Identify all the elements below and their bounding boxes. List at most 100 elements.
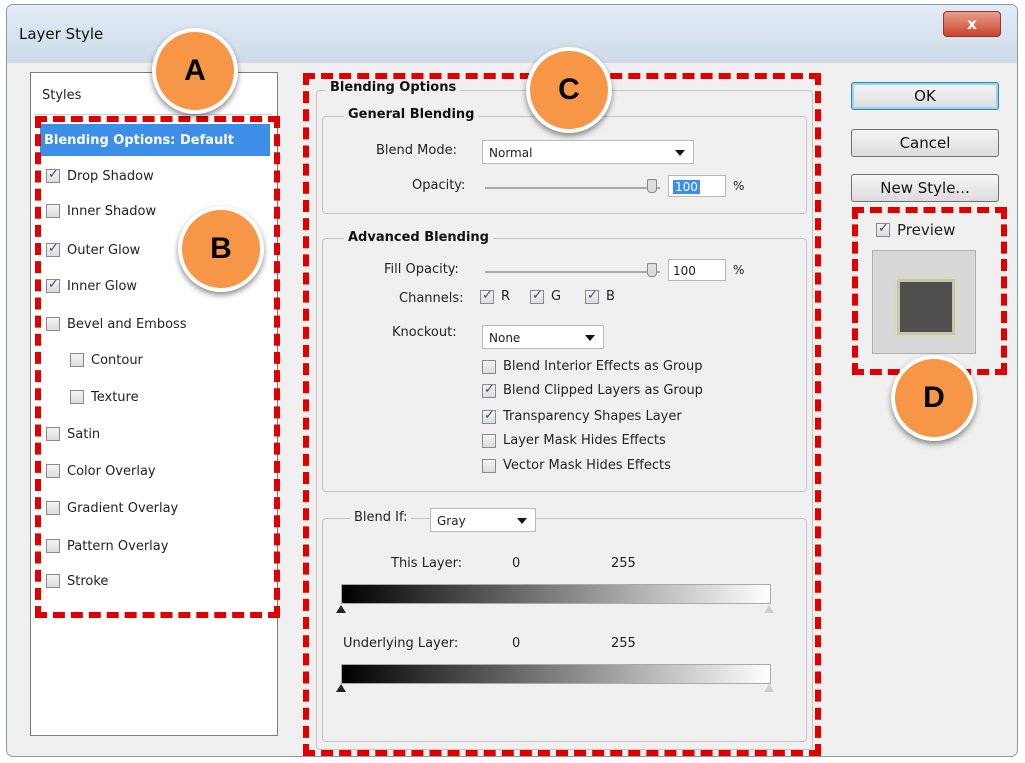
drop-shadow-checkbox[interactable] xyxy=(46,167,60,183)
advanced-blending-title: Advanced Blending xyxy=(344,230,493,245)
ok-button[interactable]: OK xyxy=(851,82,999,110)
channels-label: Channels: xyxy=(399,291,464,306)
this-layer-gradient xyxy=(341,584,771,604)
fill-opacity-unit: % xyxy=(733,263,745,277)
style-item-label: Inner Glow xyxy=(67,278,138,294)
channel-r-checkbox[interactable] xyxy=(480,288,494,304)
preview-checkbox[interactable] xyxy=(876,221,890,237)
opacity-unit: % xyxy=(733,179,745,193)
fill-opacity-input[interactable]: 100 xyxy=(668,259,726,281)
channel-g-checkbox[interactable] xyxy=(530,288,544,304)
style-item-gradient-overlay[interactable]: Gradient Overlay xyxy=(46,492,270,524)
annotation-marker-a: A xyxy=(152,28,238,114)
channel-b[interactable]: B xyxy=(585,288,615,304)
new-style-button[interactable]: New Style... xyxy=(851,174,999,202)
underlying-layer-black-handle[interactable] xyxy=(336,684,346,692)
close-button[interactable]: x xyxy=(943,11,1001,37)
annotation-marker-c: C xyxy=(526,47,612,133)
underlying-layer-label: Underlying Layer: xyxy=(343,636,459,651)
annotation-marker-b: B xyxy=(178,206,264,292)
window-title: Layer Style xyxy=(19,25,104,43)
style-item-blending-options[interactable]: Blending Options: Default xyxy=(40,124,270,156)
bevel-emboss-checkbox[interactable] xyxy=(46,317,60,331)
fill-opacity-slider-thumb[interactable] xyxy=(647,263,657,277)
blend-if-label: Blend If: xyxy=(350,510,412,525)
blend-mode-label: Blend Mode: xyxy=(376,143,457,158)
knockout-select[interactable]: None xyxy=(482,325,604,349)
style-item-label: Pattern Overlay xyxy=(67,538,169,554)
knockout-label: Knockout: xyxy=(392,325,457,340)
texture-checkbox[interactable] xyxy=(70,390,84,404)
style-item-drop-shadow[interactable]: Drop Shadow xyxy=(46,160,270,192)
underlying-layer-gradient xyxy=(341,664,771,684)
inner-glow-checkbox[interactable] xyxy=(46,277,60,293)
underlying-layer-white-handle[interactable] xyxy=(764,684,774,692)
style-item-label: Inner Shadow xyxy=(67,203,157,219)
channel-b-checkbox[interactable] xyxy=(585,288,599,304)
opacity-input[interactable]: 100 xyxy=(668,175,726,197)
style-item-label: Color Overlay xyxy=(67,463,156,479)
opacity-slider-thumb[interactable] xyxy=(647,179,657,193)
fill-opacity-label: Fill Opacity: xyxy=(384,262,459,277)
fill-opacity-slider[interactable] xyxy=(485,271,660,273)
vector-mask-hides-option[interactable]: Vector Mask Hides Effects xyxy=(482,458,671,473)
general-blending-title: General Blending xyxy=(344,107,479,122)
channel-r[interactable]: R xyxy=(480,288,510,304)
blending-options-title: Blending Options xyxy=(326,80,461,95)
this-layer-white-handle[interactable] xyxy=(764,605,774,613)
blend-clipped-layers-option[interactable]: Blend Clipped Layers as Group xyxy=(482,382,703,398)
style-item-label: Contour xyxy=(91,352,143,368)
style-item-label: Texture xyxy=(91,389,139,405)
style-item-label: Satin xyxy=(67,426,101,442)
pattern-overlay-checkbox[interactable] xyxy=(46,539,60,553)
style-item-label: Blending Options: Default xyxy=(44,132,234,148)
underlying-layer-min: 0 xyxy=(512,636,521,651)
gradient-overlay-checkbox[interactable] xyxy=(46,501,60,515)
this-layer-label: This Layer: xyxy=(391,556,463,571)
this-layer-black-handle[interactable] xyxy=(336,605,346,613)
blend-mode-select[interactable]: Normal xyxy=(482,140,694,164)
annotation-marker-d: D xyxy=(891,355,977,441)
chevron-down-icon xyxy=(517,518,527,524)
opacity-label: Opacity: xyxy=(412,178,466,193)
style-item-label: Gradient Overlay xyxy=(67,500,179,516)
style-item-texture[interactable]: Texture xyxy=(70,381,270,413)
color-overlay-checkbox[interactable] xyxy=(46,464,60,478)
style-item-bevel-emboss[interactable]: Bevel and Emboss xyxy=(46,308,270,340)
stroke-checkbox[interactable] xyxy=(46,574,60,588)
blend-interior-effects-option[interactable]: Blend Interior Effects as Group xyxy=(482,359,702,374)
style-item-label: Bevel and Emboss xyxy=(67,316,187,332)
style-item-stroke[interactable]: Stroke xyxy=(46,565,270,597)
cancel-button[interactable]: Cancel xyxy=(851,129,999,157)
checkbox[interactable] xyxy=(482,382,496,398)
blend-if-select[interactable]: Gray xyxy=(430,508,536,532)
satin-checkbox[interactable] xyxy=(46,427,60,441)
style-item-satin[interactable]: Satin xyxy=(46,418,270,450)
opacity-slider[interactable] xyxy=(485,187,660,189)
transparency-shapes-option[interactable]: Transparency Shapes Layer xyxy=(482,408,682,424)
style-item-contour[interactable]: Contour xyxy=(70,344,270,376)
blend-if-group xyxy=(322,518,807,742)
styles-header-label: Styles xyxy=(42,88,82,103)
style-item-label: Stroke xyxy=(67,573,109,589)
preview-swatch xyxy=(897,279,955,335)
style-item-pattern-overlay[interactable]: Pattern Overlay xyxy=(46,530,270,562)
layer-mask-hides-option[interactable]: Layer Mask Hides Effects xyxy=(482,433,666,448)
contour-checkbox[interactable] xyxy=(70,353,84,367)
style-item-color-overlay[interactable]: Color Overlay xyxy=(46,455,270,487)
checkbox[interactable] xyxy=(482,458,496,473)
chevron-down-icon xyxy=(585,335,595,341)
this-layer-min: 0 xyxy=(512,556,521,571)
chevron-down-icon xyxy=(675,150,685,156)
checkbox[interactable] xyxy=(482,359,496,374)
outer-glow-checkbox[interactable] xyxy=(46,241,60,257)
style-item-label: Outer Glow xyxy=(67,242,141,258)
preview-thumbnail xyxy=(872,250,976,354)
channel-g[interactable]: G xyxy=(530,288,561,304)
inner-shadow-checkbox[interactable] xyxy=(46,204,60,218)
style-item-label: Drop Shadow xyxy=(67,168,154,184)
checkbox[interactable] xyxy=(482,433,496,448)
this-layer-max: 255 xyxy=(611,556,636,571)
checkbox[interactable] xyxy=(482,408,496,424)
preview-toggle[interactable]: Preview xyxy=(876,221,955,239)
